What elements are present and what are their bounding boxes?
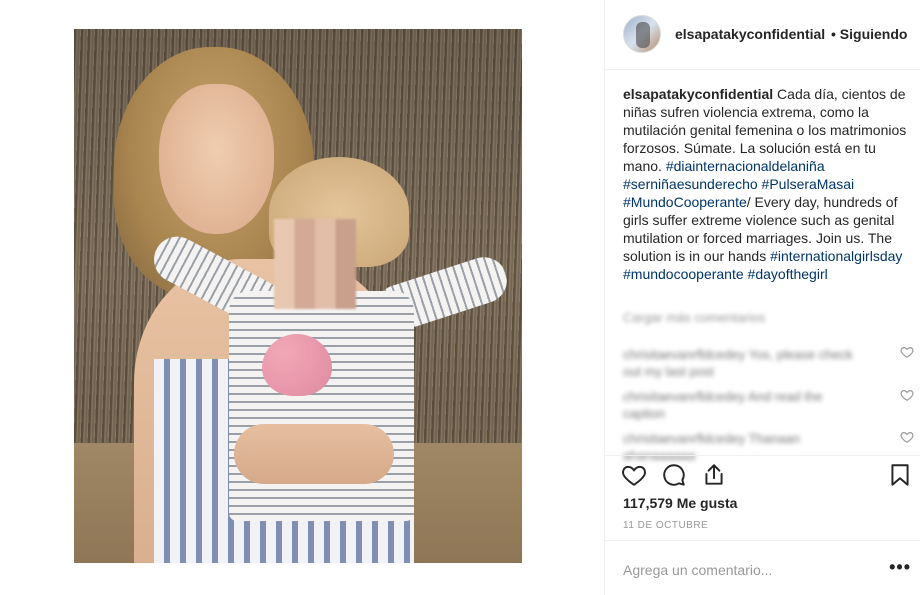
- comment-input[interactable]: [623, 560, 863, 580]
- post-actions: [605, 455, 920, 491]
- photo-shirt-heart: [262, 334, 332, 396]
- load-more-comments-link[interactable]: Cargar más comentarios: [623, 310, 793, 328]
- comments-list: Cargar más comentarios chrisitaevanrfldc…: [623, 310, 913, 472]
- hashtag-link[interactable]: #serniñaesunderecho: [623, 176, 758, 192]
- hashtag-link[interactable]: #diainternacionaldelaniña: [666, 158, 825, 174]
- comment-icon[interactable]: [661, 462, 687, 488]
- hashtag-link[interactable]: #PulseraMasai: [762, 176, 855, 192]
- post-header: elsapatakyconfidential • Siguiendo: [605, 0, 920, 70]
- bookmark-icon[interactable]: [887, 462, 913, 488]
- share-icon[interactable]: [701, 462, 727, 488]
- hashtag-link[interactable]: #MundoCooperante: [623, 194, 747, 210]
- hashtag-link[interactable]: #mundocooperante: [623, 266, 744, 282]
- follow-status-label: Siguiendo: [839, 26, 908, 42]
- more-options-button[interactable]: •••: [889, 557, 911, 578]
- comment-text: chrisitaevanrfldcedey And read the capti…: [623, 389, 823, 421]
- post-photo[interactable]: [74, 29, 522, 563]
- post-caption: elsapatakyconfidential Cada día, cientos…: [623, 85, 915, 283]
- hashtag-link[interactable]: #internationalgirlsday: [770, 248, 902, 264]
- post-sidebar: elsapatakyconfidential • Siguiendo elsap…: [604, 0, 920, 595]
- photo-hands: [234, 424, 394, 484]
- avatar[interactable]: [623, 15, 661, 53]
- header-username[interactable]: elsapatakyconfidential: [675, 26, 825, 42]
- heart-outline-icon[interactable]: [900, 430, 914, 444]
- add-comment-bar: •••: [605, 540, 920, 595]
- follow-separator: •: [831, 26, 836, 42]
- comment-item: chrisitaevanrfldcedey Yos, please check …: [623, 346, 913, 388]
- likes-count[interactable]: 117,579 Me gusta: [623, 495, 737, 511]
- follow-status-button[interactable]: • Siguiendo: [831, 26, 907, 42]
- photo-blurred-face: [274, 219, 356, 309]
- heart-outline-icon[interactable]: [900, 345, 914, 359]
- post-date[interactable]: 11 DE OCTUBRE: [623, 520, 708, 531]
- comment-text: chrisitaevanrfldcedey Yos, please check …: [623, 347, 853, 379]
- photo-woman-face: [159, 84, 274, 234]
- heart-outline-icon[interactable]: [900, 388, 914, 402]
- comment-item: chrisitaevanrfldcedey And read the capti…: [623, 388, 913, 430]
- caption-username[interactable]: elsapatakyconfidential: [623, 86, 773, 102]
- photo-child-shirt: [229, 291, 414, 521]
- hashtag-link[interactable]: #dayofthegirl: [748, 266, 828, 282]
- heart-icon[interactable]: [621, 462, 647, 488]
- post-media-pane: [0, 0, 600, 595]
